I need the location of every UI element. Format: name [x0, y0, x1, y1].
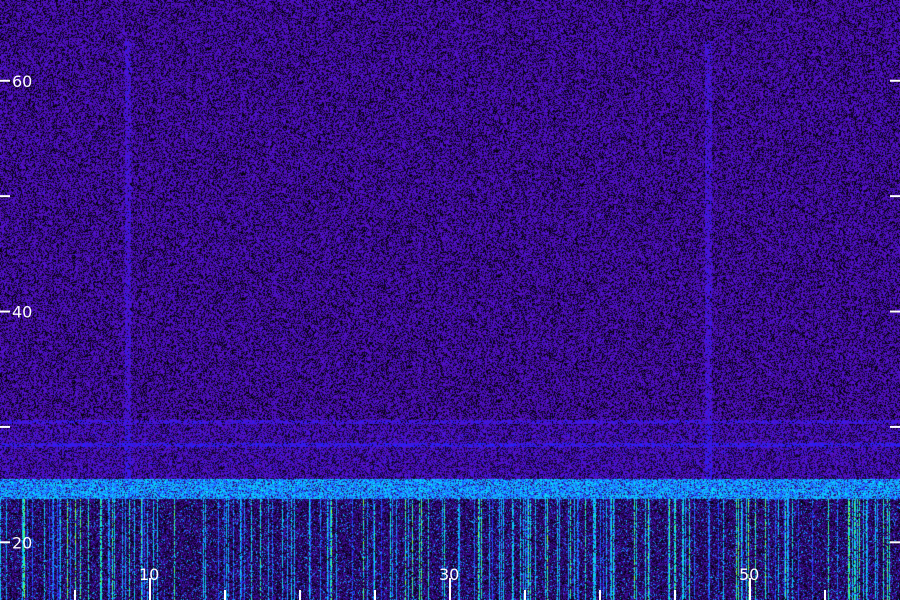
x-tick-label-30: 30 [439, 565, 459, 584]
spectrogram-frame: 20 40 60 10 30 50 [0, 0, 900, 600]
x-tick-label-10: 10 [139, 565, 159, 584]
y-tick-label-40: 40 [12, 303, 32, 322]
y-tick-label-60: 60 [12, 72, 32, 91]
x-tick-label-50: 50 [739, 565, 759, 584]
axes-overlay: 20 40 60 10 30 50 [0, 72, 900, 600]
y-tick-label-20: 20 [12, 533, 32, 552]
